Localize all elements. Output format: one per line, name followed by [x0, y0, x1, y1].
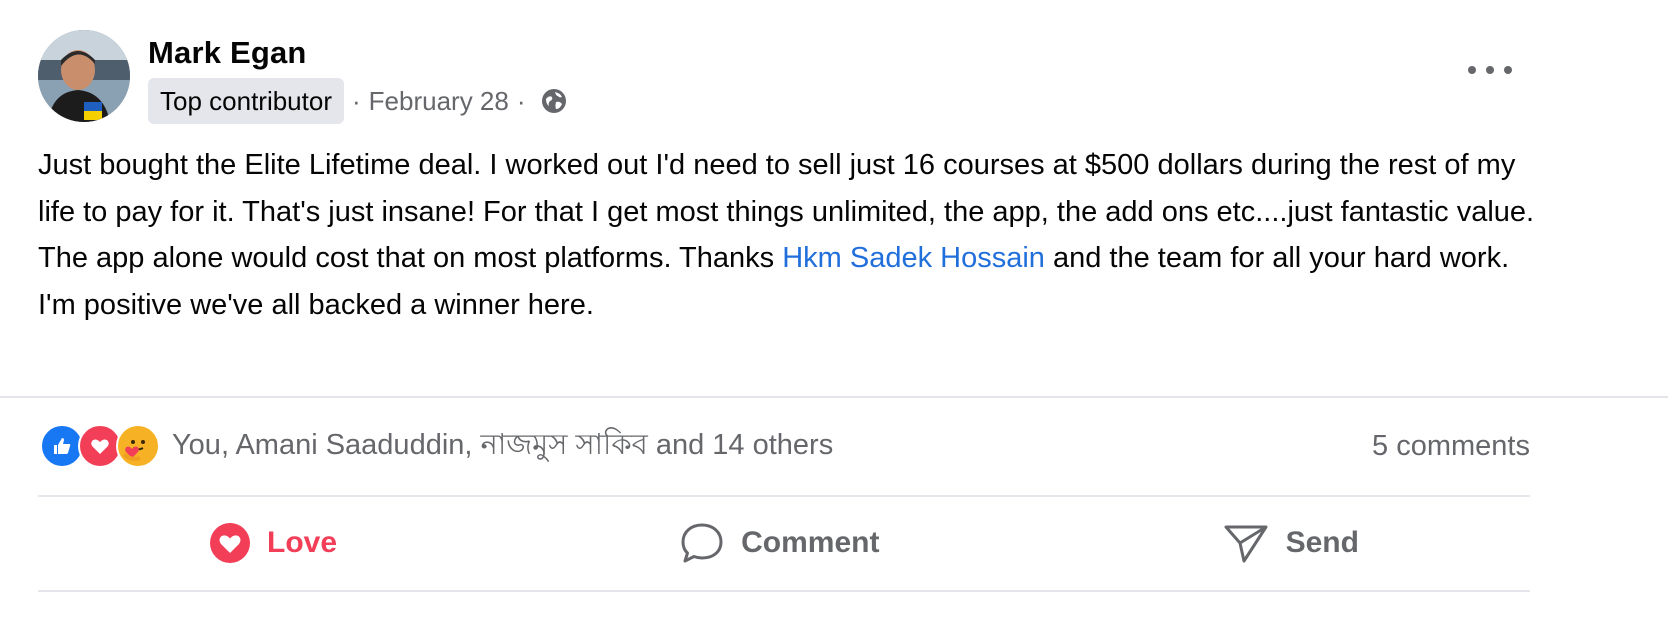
action-bar: Love Comment Send — [38, 508, 1530, 578]
author-avatar[interactable] — [38, 30, 130, 122]
divider — [0, 396, 1668, 398]
facebook-post: Mark Egan Top contributor · February 28 … — [0, 0, 1668, 631]
mention-link[interactable]: Hkm Sadek Hossain — [782, 242, 1045, 274]
post-body: Just bought the Elite Lifetime deal. I w… — [38, 142, 1538, 328]
separator: · — [516, 85, 526, 116]
comments-count[interactable]: 5 comments — [1372, 430, 1530, 463]
reactors-text: You, Amani Saaduddin, নাজমুস সাকিব and 1… — [172, 428, 834, 461]
post-subline: Top contributor · February 28 · — [148, 78, 568, 124]
heart-icon — [209, 522, 251, 564]
post-header: Mark Egan Top contributor · February 28 … — [38, 30, 568, 124]
reaction-icons — [40, 424, 160, 468]
send-label: Send — [1285, 526, 1359, 559]
more-options-icon[interactable] — [1468, 56, 1512, 84]
send-icon — [1222, 521, 1270, 565]
post-date[interactable]: February 28 — [369, 86, 509, 117]
send-button[interactable]: Send — [1222, 521, 1359, 565]
care-icon — [116, 424, 160, 468]
comment-button[interactable]: Comment — [679, 521, 879, 565]
dot — [1486, 66, 1494, 74]
post-stats: You, Amani Saaduddin, নাজমুস সাকিব and 1… — [40, 420, 1530, 472]
globe-icon[interactable] — [540, 87, 568, 115]
comment-label: Comment — [741, 526, 880, 559]
divider — [38, 495, 1530, 497]
love-button[interactable]: Love — [209, 522, 337, 564]
dot — [1504, 66, 1512, 74]
divider — [38, 590, 1530, 592]
reactions-summary[interactable]: You, Amani Saaduddin, নাজমুস সাকিব and 1… — [40, 422, 833, 471]
top-contributor-badge[interactable]: Top contributor — [148, 78, 344, 124]
separator: · — [351, 85, 361, 116]
author-name[interactable]: Mark Egan — [148, 34, 568, 72]
love-label: Love — [267, 526, 338, 559]
post-meta: Mark Egan Top contributor · February 28 … — [148, 34, 568, 124]
comment-bubble-icon — [679, 521, 725, 565]
dot — [1468, 66, 1476, 74]
